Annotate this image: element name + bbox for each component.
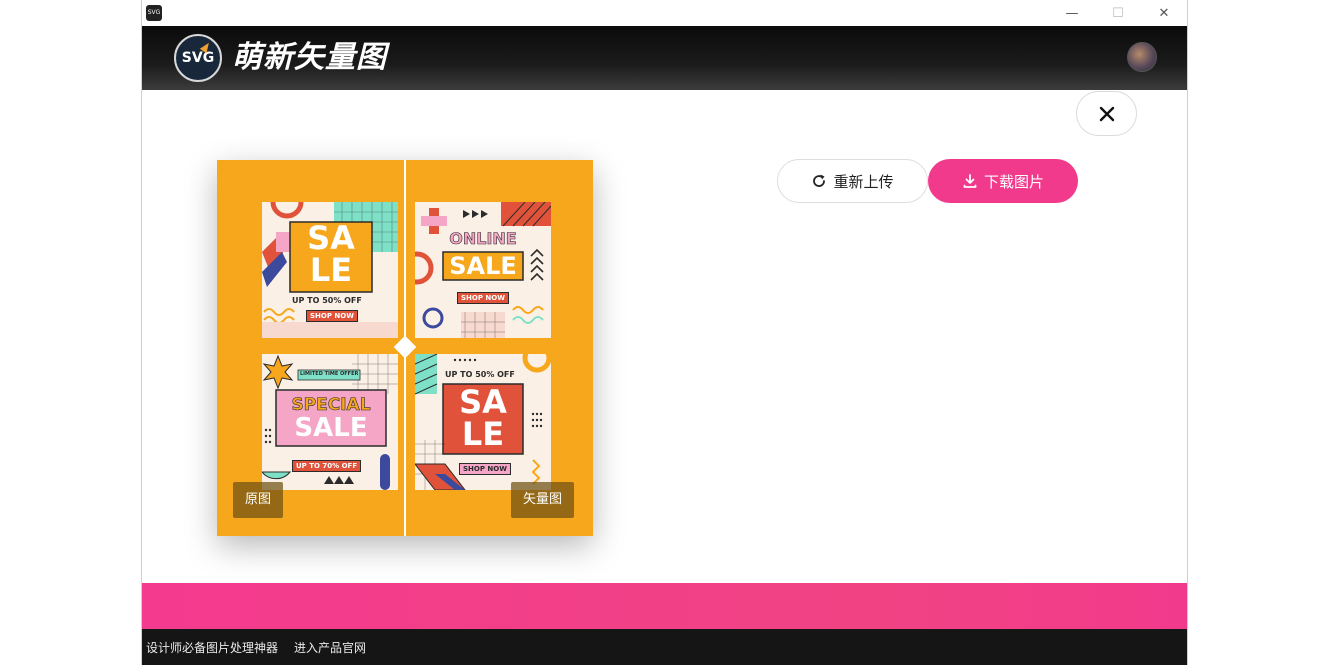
card-1-big-text-1: SA [307, 219, 355, 257]
vector-label: 矢量图 [511, 482, 575, 518]
logo-mark: SVG [181, 50, 215, 66]
card-4-shop-button: SHOP NOW [459, 463, 511, 475]
card-4-subtitle: UP TO 50% OFF [445, 370, 515, 379]
maximize-button[interactable]: ☐ [1095, 0, 1141, 26]
reupload-button[interactable]: 重新上传 [777, 159, 928, 203]
sale-card-4: UP TO 50% OFF SA LE SHOP NOW [415, 354, 551, 490]
sale-card-1: SA LE UP TO 50% OFF SHOP NOW [262, 202, 398, 338]
window-close-button[interactable]: ✕ [1141, 0, 1187, 26]
pink-banner [142, 583, 1187, 629]
card-1-big-text-2: LE [309, 251, 353, 289]
minimize-button[interactable]: — [1049, 0, 1095, 26]
app-title: 萌新矢量图 [232, 40, 387, 75]
app-icon: SVG [146, 5, 162, 21]
refresh-icon [813, 174, 826, 187]
download-icon [963, 174, 977, 188]
logo-icon: SVG [174, 34, 222, 82]
card-4-big-text-2: LE [461, 415, 505, 453]
card-2-top-text: ONLINE [449, 229, 517, 248]
footer-link-tagline[interactable]: 设计师必备图片处理神器 [146, 639, 278, 656]
download-label: 下载图片 [983, 172, 1044, 191]
card-3-big-text-2: SALE [294, 413, 368, 443]
reupload-label: 重新上传 [833, 172, 894, 191]
app-window: SVG — ☐ ✕ SVG 萌新矢量图 SA LE UP TO 50% OFF … [141, 0, 1188, 665]
card-3-offer-button: UP TO 70% OFF [292, 460, 362, 472]
original-label: 原图 [233, 482, 284, 518]
card-1-subtitle: UP TO 50% OFF [292, 296, 362, 305]
footer-bar: 设计师必备图片处理神器 进入产品官网 [142, 629, 1187, 665]
user-avatar[interactable] [1127, 42, 1157, 72]
close-icon [1099, 106, 1114, 121]
card-2-big-text: SALE [449, 252, 517, 280]
card-1-shop-button: SHOP NOW [306, 310, 358, 322]
card-3-badge: LIMITED TIME OFFER [300, 371, 359, 377]
sale-card-3: LIMITED TIME OFFER SPECIAL SALE UP TO 70… [262, 354, 398, 490]
footer-link-website[interactable]: 进入产品官网 [294, 639, 366, 656]
comparison-preview[interactable]: SA LE UP TO 50% OFF SHOP NOW ONLINE SALE… [217, 160, 593, 536]
title-bar: SVG — ☐ ✕ [142, 0, 1187, 26]
app-header: SVG 萌新矢量图 [142, 26, 1187, 90]
card-2-shop-button: SHOP NOW [457, 292, 509, 304]
close-result-button[interactable] [1076, 91, 1137, 136]
card-3-big-text-1: SPECIAL [291, 395, 371, 415]
card-4-big-text-1: SA [459, 383, 507, 421]
download-button[interactable]: 下载图片 [928, 159, 1078, 203]
sale-card-2: ONLINE SALE SHOP NOW [415, 202, 551, 338]
